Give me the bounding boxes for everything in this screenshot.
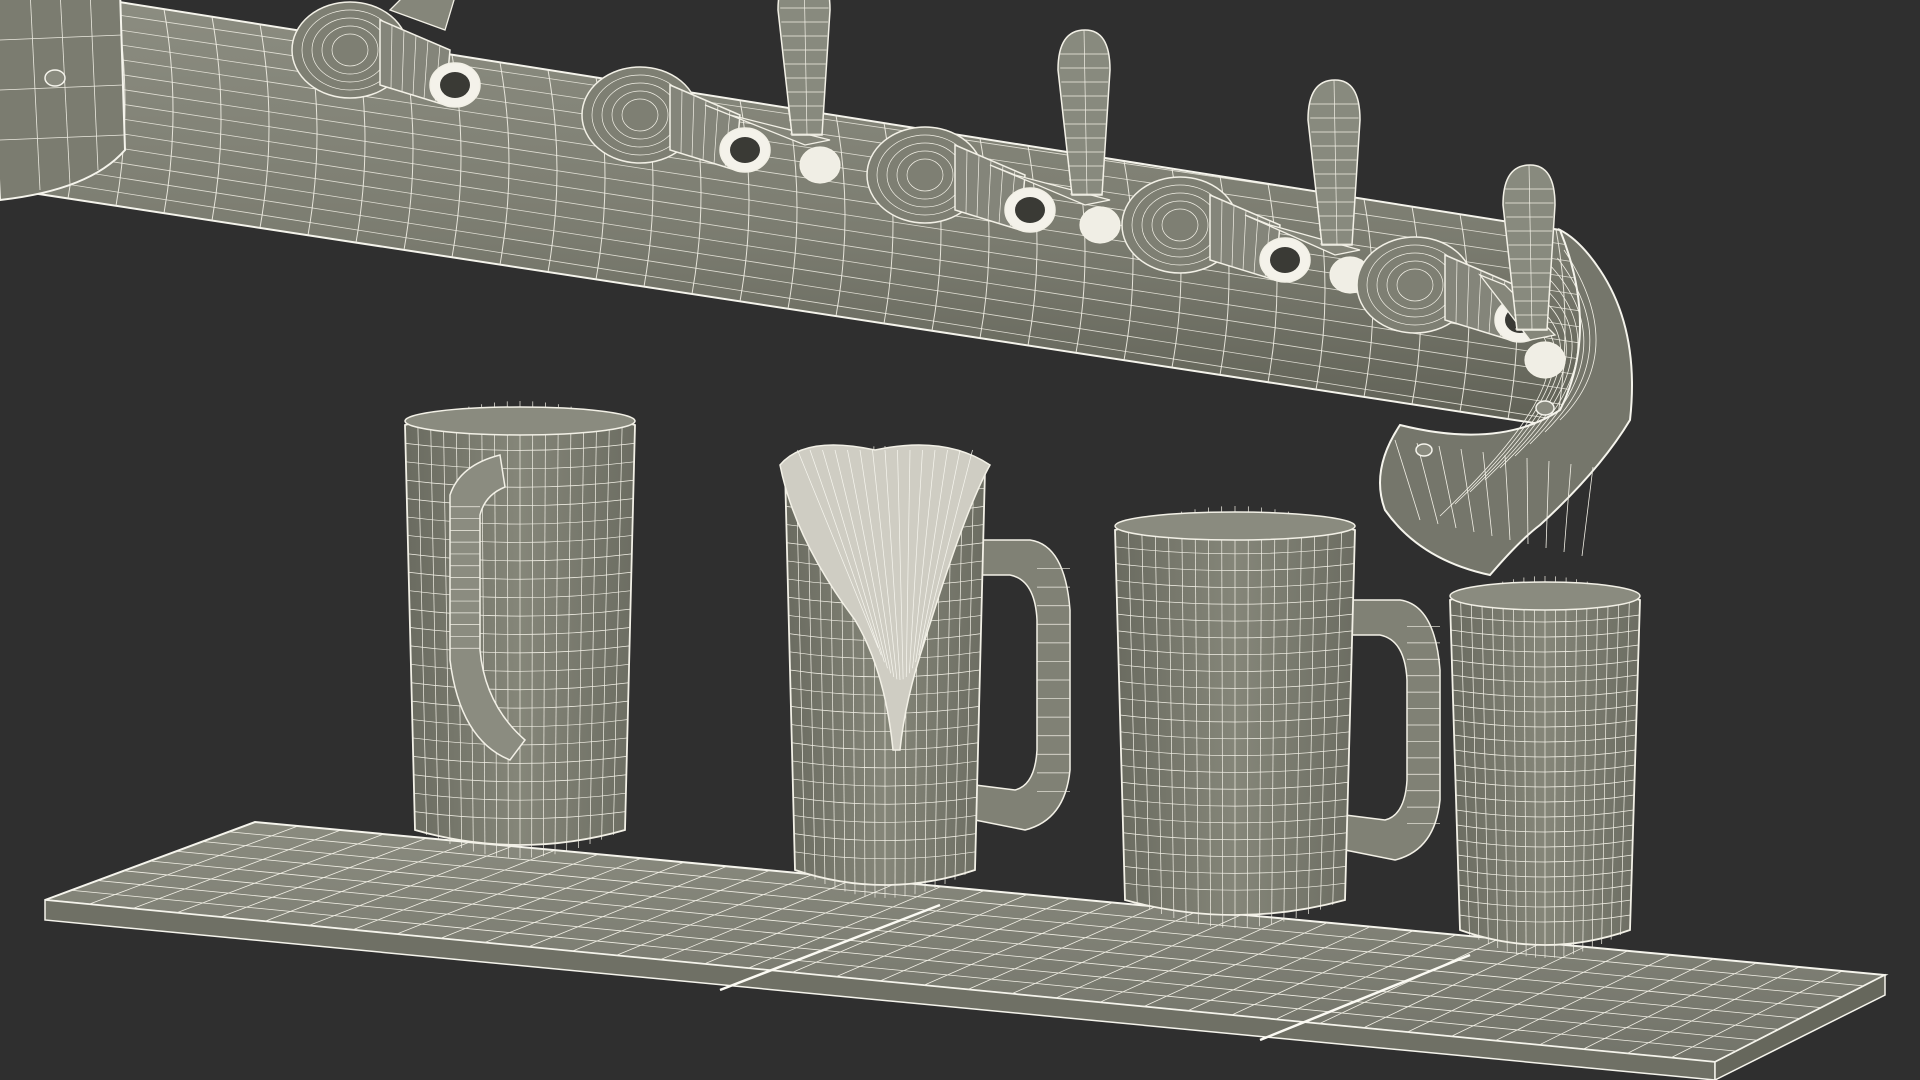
beer-mug	[779, 444, 1071, 898]
beer-mug	[1449, 576, 1641, 958]
wireframe-scene	[0, 0, 1889, 1080]
beer-mug	[404, 401, 636, 858]
mug-handle	[1344, 599, 1441, 861]
beer-mug	[1114, 506, 1441, 928]
render-viewport	[0, 0, 1920, 1080]
mug-handle	[974, 539, 1071, 831]
